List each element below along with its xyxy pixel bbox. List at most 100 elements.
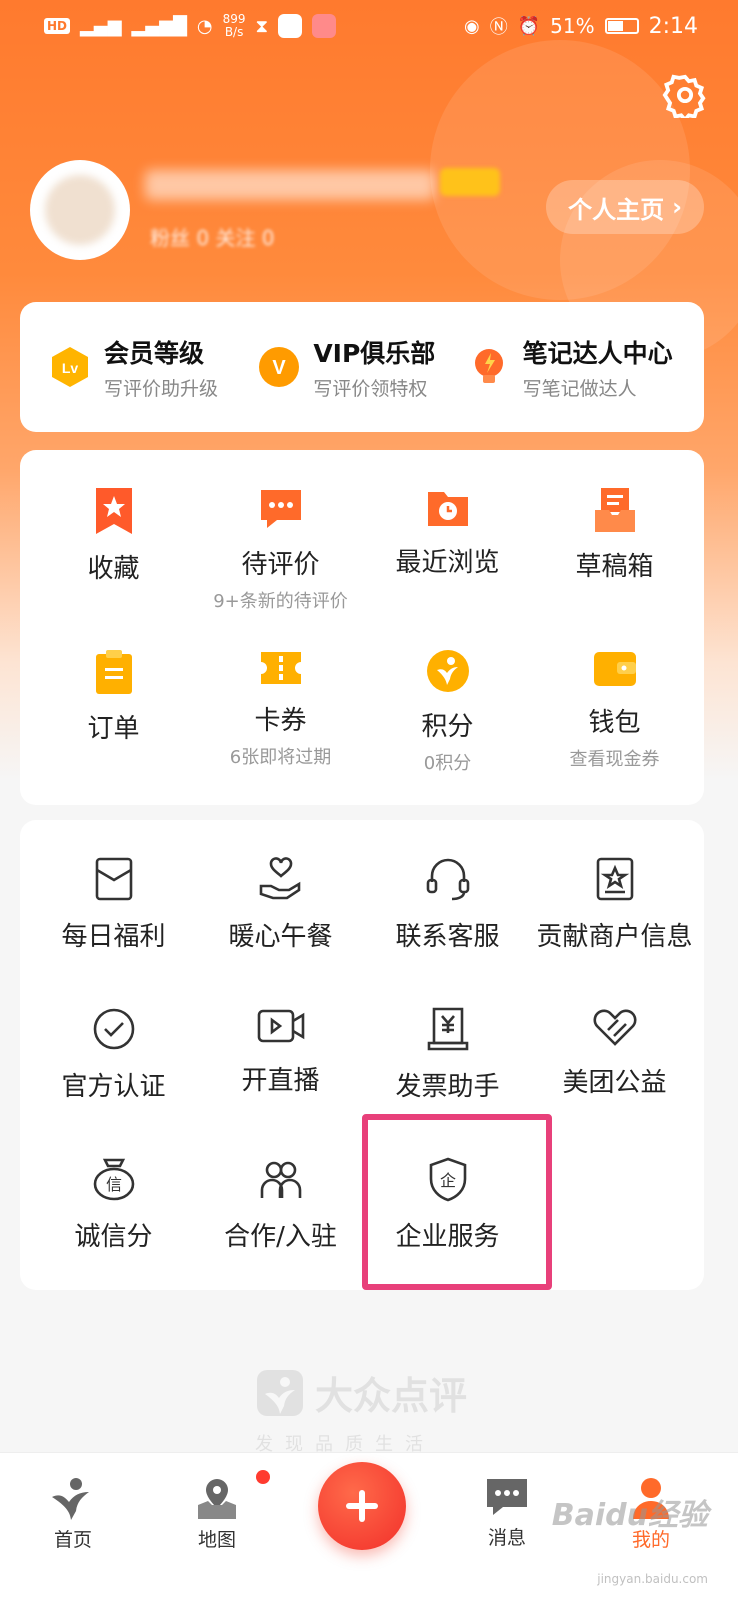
grid-item-orders[interactable]: 订单 bbox=[28, 648, 199, 745]
grid-item-pending-review[interactable]: 待评价 9+条新的待评价 bbox=[195, 486, 366, 613]
tool-label: 发票助手 bbox=[395, 1072, 500, 1102]
home-dianping-icon bbox=[52, 1478, 89, 1520]
chevron-right-icon: › bbox=[672, 193, 682, 221]
tool-daily-benefits[interactable]: 每日福利 bbox=[28, 856, 199, 953]
dianping-logo-icon bbox=[257, 1369, 303, 1416]
nfc-icon: Ⓝ bbox=[489, 17, 508, 38]
tab-label: 消息 bbox=[487, 1527, 526, 1549]
quick-access-card: 收藏 待评价 9+条新的待评价 最近浏览 草稿箱 订单 卡券 6张即将过期 积分… bbox=[20, 450, 704, 805]
tab-label: 首页 bbox=[53, 1529, 92, 1551]
grid-label: 最近浏览 bbox=[395, 548, 500, 578]
watermark-url: jingyan.baidu.com bbox=[597, 1572, 708, 1586]
app-notification-icon bbox=[278, 14, 303, 38]
member-subtitle: 写笔记做达人 bbox=[522, 377, 637, 400]
grid-label: 草稿箱 bbox=[575, 552, 654, 582]
star-bookmark-icon bbox=[95, 488, 132, 534]
video-icon bbox=[257, 1009, 304, 1043]
brand-logo: 大众点评 bbox=[255, 1365, 467, 1420]
plus-icon bbox=[346, 1490, 378, 1522]
battery-icon bbox=[604, 18, 639, 34]
shop-star-icon bbox=[596, 857, 633, 901]
member-title: VIP俱乐部 bbox=[313, 338, 436, 368]
tool-label: 开直播 bbox=[241, 1066, 320, 1096]
profile-stats: 粉丝 0 关注 0 bbox=[150, 226, 275, 250]
eye-icon: ◉ bbox=[464, 15, 480, 37]
note-expert-entry[interactable]: 笔记达人中心 写笔记做达人 bbox=[467, 334, 676, 401]
tool-credit-score[interactable]: 信 诚信分 bbox=[28, 1156, 199, 1253]
tool-official-verify[interactable]: 官方认证 bbox=[28, 1006, 199, 1103]
map-pin-icon bbox=[198, 1479, 236, 1519]
check-circle-icon bbox=[93, 1008, 134, 1050]
tool-meituan-charity[interactable]: 美团公益 bbox=[529, 1006, 700, 1099]
lv-badge-icon: Lv bbox=[48, 345, 92, 389]
post-fab-button[interactable] bbox=[318, 1462, 406, 1550]
avatar[interactable] bbox=[30, 160, 130, 260]
member-card: Lv 会员等级 写评价助升级 V VIP俱乐部 写评价领特权 笔记达人中心 写笔… bbox=[20, 302, 704, 432]
grid-sublabel: 查看现金券 bbox=[569, 749, 660, 770]
grid-item-points[interactable]: 积分 0积分 bbox=[362, 648, 533, 775]
tool-go-live[interactable]: 开直播 bbox=[195, 1006, 366, 1097]
hd-indicator: HD bbox=[44, 18, 71, 34]
tool-customer-service[interactable]: 联系客服 bbox=[362, 856, 533, 953]
headset-icon bbox=[426, 858, 469, 901]
grid-sublabel: 9+条新的待评价 bbox=[213, 591, 348, 612]
grid-item-drafts[interactable]: 草稿箱 bbox=[529, 486, 700, 583]
bulb-icon bbox=[467, 345, 511, 389]
draft-box-icon bbox=[594, 488, 635, 532]
message-icon bbox=[487, 1479, 527, 1515]
vip-club-entry[interactable]: V VIP俱乐部 写评价领特权 bbox=[257, 334, 466, 401]
grid-item-favorites[interactable]: 收藏 bbox=[28, 486, 199, 585]
net-speed: 899 B/s bbox=[222, 12, 246, 39]
tool-label: 合作/入驻 bbox=[224, 1222, 337, 1252]
svg-text:信: 信 bbox=[105, 1175, 121, 1194]
signal-icon: ▂▄▆ bbox=[80, 15, 122, 37]
status-bar: HD ▂▄▆ ▂▄▆█ ◔ 899 B/s ⧗ ◉ Ⓝ ⏰ 51% 2:14 bbox=[0, 0, 738, 52]
tool-invoice-helper[interactable]: 发票助手 bbox=[362, 1006, 533, 1103]
charity-heart-icon bbox=[593, 1009, 636, 1046]
tool-label: 联系客服 bbox=[395, 922, 500, 952]
coupon-icon bbox=[260, 652, 301, 684]
tab-home[interactable]: 首页 bbox=[18, 1475, 128, 1552]
member-subtitle: 写评价领特权 bbox=[313, 377, 428, 400]
svg-text:V: V bbox=[273, 357, 287, 379]
svg-text:Lv: Lv bbox=[62, 360, 79, 376]
tool-label: 贡献商户信息 bbox=[536, 922, 693, 952]
battery-percent: 51% bbox=[550, 14, 595, 38]
member-level-entry[interactable]: Lv 会员等级 写评价助升级 bbox=[48, 334, 257, 401]
wallet-icon bbox=[593, 652, 636, 686]
tool-label: 官方认证 bbox=[61, 1072, 166, 1102]
partners-icon bbox=[260, 1161, 301, 1198]
tool-label: 暖心午餐 bbox=[228, 922, 333, 952]
grid-label: 积分 bbox=[421, 712, 474, 742]
grid-item-coupons[interactable]: 卡券 6张即将过期 bbox=[195, 648, 366, 769]
grid-label: 钱包 bbox=[588, 708, 641, 738]
grid-label: 待评价 bbox=[241, 550, 320, 580]
tool-contribute-merchant[interactable]: 贡献商户信息 bbox=[529, 856, 700, 953]
signal-4g-icon: ▂▄▆█ bbox=[131, 15, 187, 37]
tool-label: 诚信分 bbox=[74, 1222, 153, 1252]
tab-map[interactable]: 地图 bbox=[162, 1475, 272, 1552]
watermark: Baidu经验 bbox=[551, 1498, 708, 1533]
points-icon bbox=[426, 650, 469, 692]
tool-cooperation[interactable]: 合作/入驻 bbox=[195, 1156, 366, 1253]
member-title: 会员等级 bbox=[104, 338, 205, 368]
profile-home-button[interactable]: 个人主页 › bbox=[546, 180, 704, 234]
hourglass-icon: ⧗ bbox=[255, 15, 269, 37]
heart-hand-icon bbox=[259, 857, 300, 900]
invoice-icon bbox=[427, 1007, 468, 1051]
order-icon bbox=[95, 650, 132, 694]
level-badge bbox=[440, 168, 500, 196]
member-subtitle: 写评价助升级 bbox=[104, 377, 219, 400]
settings-button[interactable] bbox=[660, 70, 710, 120]
grid-item-wallet[interactable]: 钱包 查看现金券 bbox=[529, 648, 700, 771]
clock: 2:14 bbox=[648, 13, 698, 39]
tool-warm-lunch[interactable]: 暖心午餐 bbox=[195, 856, 366, 953]
credit-pot-icon: 信 bbox=[93, 1158, 134, 1201]
tool-label: 美团公益 bbox=[562, 1068, 667, 1098]
tab-messages[interactable]: 消息 bbox=[452, 1475, 562, 1550]
grid-item-recent[interactable]: 最近浏览 bbox=[362, 486, 533, 579]
gear-icon bbox=[662, 74, 706, 118]
grid-label: 卡券 bbox=[254, 706, 307, 736]
grid-label: 收藏 bbox=[87, 554, 140, 584]
grid-sublabel: 0积分 bbox=[423, 753, 472, 774]
